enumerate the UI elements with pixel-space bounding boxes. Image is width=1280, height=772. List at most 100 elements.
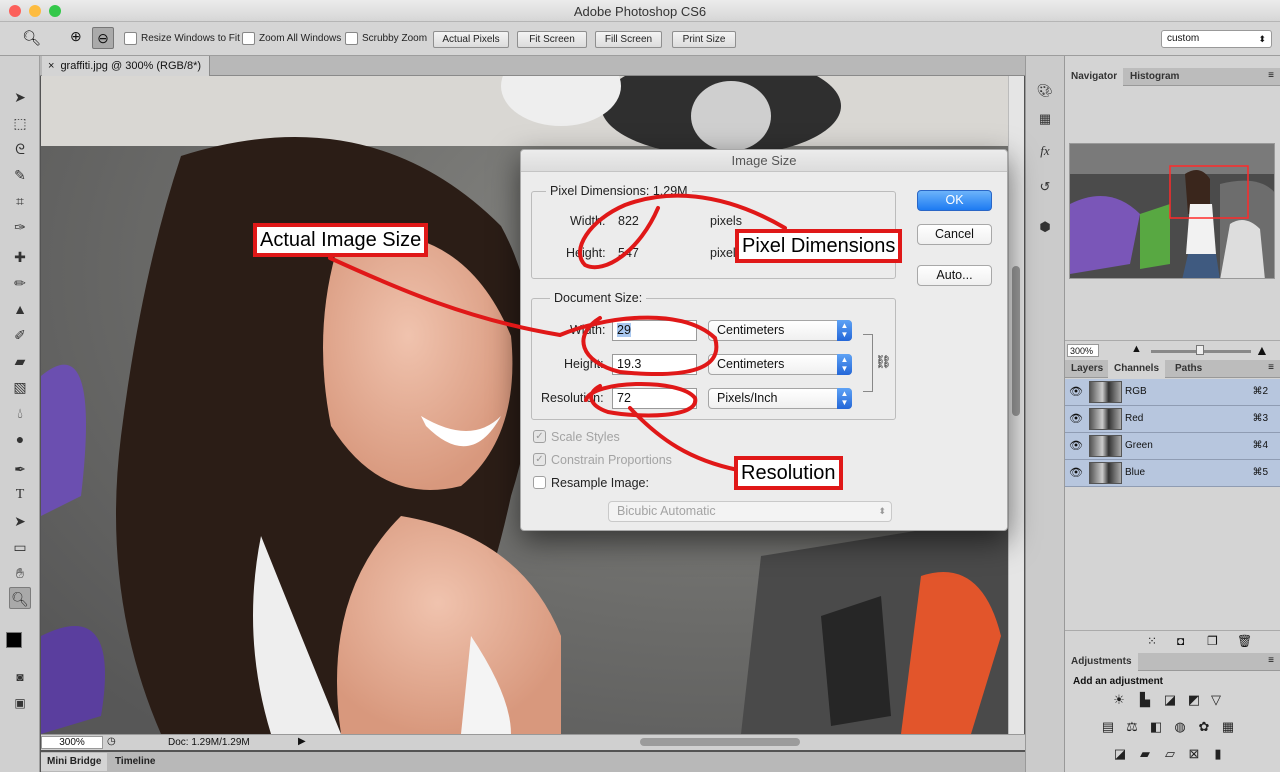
history-icon[interactable]: ↺ <box>1036 178 1054 196</box>
gradient-tool-icon[interactable]: ▧ <box>9 376 31 398</box>
styles-fx-icon[interactable]: fx <box>1036 142 1054 160</box>
resolution-unit-select[interactable]: Pixels/Inch ▲ ▼ <box>708 388 852 409</box>
zoom-tool-icon[interactable]: 🔍︎ <box>22 29 41 47</box>
zoom-all-checkbox[interactable] <box>242 32 255 45</box>
channel-row-green[interactable]: 👁︎ Green ⌘4 <box>1065 433 1280 460</box>
curves-icon[interactable]: ◪ <box>1161 693 1179 707</box>
invert-icon[interactable]: ◪ <box>1111 747 1129 761</box>
tab-timeline[interactable]: Timeline <box>109 753 161 771</box>
quick-mask-icon[interactable]: ◙ <box>9 666 31 688</box>
zoom-out-mountain-icon[interactable]: ▲ <box>1131 343 1142 355</box>
foreground-color-swatch[interactable] <box>6 632 22 648</box>
tab-layers[interactable]: Layers <box>1065 360 1109 378</box>
tab-navigator[interactable]: Navigator <box>1065 68 1124 86</box>
auto-button[interactable]: Auto... <box>917 265 992 286</box>
screen-mode-icon[interactable]: ▣ <box>9 692 31 714</box>
3d-icon[interactable]: ⬢ <box>1036 218 1054 236</box>
horizontal-scroll-thumb[interactable] <box>640 738 800 746</box>
tab-channels[interactable]: Channels <box>1108 360 1166 378</box>
vertical-scrollbar[interactable] <box>1008 76 1024 734</box>
tab-paths[interactable]: Paths <box>1169 360 1208 378</box>
brush-tool-icon[interactable]: ✏ <box>9 272 31 294</box>
type-tool-icon[interactable]: T <box>9 484 31 506</box>
zoom-in-mountain-icon[interactable]: ▲ <box>1255 342 1269 358</box>
actual-pixels-button[interactable]: Actual Pixels <box>433 31 509 48</box>
history-brush-icon[interactable]: ✐ <box>9 324 31 346</box>
quick-select-tool-icon[interactable]: ✎ <box>9 164 31 186</box>
stamp-tool-icon[interactable]: ▲ <box>9 298 31 320</box>
selective-color-icon[interactable]: ⊠ <box>1185 747 1203 761</box>
fill-screen-button[interactable]: Fill Screen <box>595 31 662 48</box>
doc-height-unit-select[interactable]: Centimeters ▲ ▼ <box>708 354 852 375</box>
resolution-input[interactable]: 72 <box>612 388 697 409</box>
vibrance-icon[interactable]: ▽ <box>1207 693 1225 707</box>
panel-menu-icon[interactable]: ≡ <box>1268 655 1274 666</box>
marquee-tool-icon[interactable]: ⬚ <box>9 112 31 134</box>
delete-channel-icon[interactable]: 🗑︎ <box>1237 634 1252 648</box>
new-channel-icon[interactable]: ❐ <box>1207 634 1218 648</box>
navigator-zoom-field[interactable]: 300% <box>1067 344 1099 357</box>
constrain-proportions-checkbox[interactable]: ✓ <box>533 453 546 466</box>
zoom-tool-active-icon[interactable]: 🔍︎ <box>9 587 31 609</box>
zoom-level-field[interactable]: 300% <box>41 736 103 749</box>
save-selection-icon[interactable]: ◘ <box>1177 634 1184 648</box>
levels-icon[interactable]: ▙ <box>1136 693 1154 707</box>
status-options-icon[interactable]: ◷ <box>107 736 116 747</box>
channel-mixer-icon[interactable]: ✿ <box>1195 720 1213 734</box>
workspace-select[interactable]: custom ⬍ <box>1161 30 1272 48</box>
lasso-tool-icon[interactable]: ᘓ <box>9 138 31 160</box>
pen-tool-icon[interactable]: ✒ <box>9 458 31 480</box>
scrubby-zoom-checkbox[interactable] <box>345 32 358 45</box>
tab-mini-bridge[interactable]: Mini Bridge <box>41 753 108 771</box>
channel-row-rgb[interactable]: 👁︎ RGB ⌘2 <box>1065 379 1280 406</box>
panel-menu-icon[interactable]: ≡ <box>1268 70 1274 81</box>
zoom-out-icon[interactable]: ⊖ <box>92 27 114 49</box>
resample-checkbox[interactable] <box>533 476 546 489</box>
close-tab-icon[interactable]: × <box>48 60 54 72</box>
color-palette-icon[interactable]: 🎨︎ <box>1036 82 1054 100</box>
eye-icon[interactable]: 👁︎ <box>1069 385 1083 398</box>
eye-icon[interactable]: 👁︎ <box>1069 466 1083 479</box>
doc-width-input[interactable]: 29 <box>612 320 697 341</box>
tab-adjustments[interactable]: Adjustments <box>1065 653 1138 671</box>
fit-screen-button[interactable]: Fit Screen <box>517 31 587 48</box>
eye-icon[interactable]: 👁︎ <box>1069 439 1083 452</box>
panel-menu-icon[interactable]: ≡ <box>1268 362 1274 373</box>
crop-tool-icon[interactable]: ⌗ <box>9 190 31 212</box>
scale-styles-checkbox[interactable]: ✓ <box>533 430 546 443</box>
navigator-zoom-thumb[interactable] <box>1196 345 1204 355</box>
cancel-button[interactable]: Cancel <box>917 224 992 245</box>
vertical-scroll-thumb[interactable] <box>1012 266 1020 416</box>
tab-histogram[interactable]: Histogram <box>1124 68 1185 86</box>
eraser-tool-icon[interactable]: ▰ <box>9 350 31 372</box>
posterize-icon[interactable]: ▰ <box>1136 747 1154 761</box>
gradient-map-icon[interactable]: ▮ <box>1209 747 1227 761</box>
document-tab[interactable]: × graffiti.jpg @ 300% (RGB/8*) <box>42 56 211 76</box>
navigator-preview[interactable] <box>1069 143 1275 279</box>
zoom-in-icon[interactable]: ⊕ <box>70 28 88 48</box>
shape-tool-icon[interactable]: ▭ <box>9 536 31 558</box>
hand-tool-icon[interactable]: ✋︎ <box>9 562 31 584</box>
photo-filter-icon[interactable]: ◍ <box>1171 720 1189 734</box>
status-menu-arrow-icon[interactable]: ▶ <box>298 736 306 747</box>
color-balance-icon[interactable]: ⚖ <box>1123 720 1141 734</box>
resize-windows-checkbox[interactable] <box>124 32 137 45</box>
black-white-icon[interactable]: ◧ <box>1147 720 1165 734</box>
load-selection-icon[interactable]: ⁙ <box>1147 634 1157 648</box>
move-tool-icon[interactable]: ➤ <box>9 86 31 108</box>
doc-width-unit-select[interactable]: Centimeters ▲ ▼ <box>708 320 852 341</box>
ok-button[interactable]: OK <box>917 190 992 211</box>
color-lookup-icon[interactable]: ▦ <box>1219 720 1237 734</box>
eyedropper-tool-icon[interactable]: ✑ <box>9 216 31 238</box>
healing-brush-icon[interactable]: ✚ <box>9 246 31 268</box>
brightness-icon[interactable]: ☀ <box>1110 693 1128 707</box>
resample-method-select[interactable]: Bicubic Automatic ⬍ <box>608 501 892 522</box>
blur-tool-icon[interactable]: 💧︎ <box>9 402 31 424</box>
eye-icon[interactable]: 👁︎ <box>1069 412 1083 425</box>
exposure-icon[interactable]: ◩ <box>1185 693 1203 707</box>
channel-row-red[interactable]: 👁︎ Red ⌘3 <box>1065 406 1280 433</box>
dodge-tool-icon[interactable]: ● <box>9 428 31 450</box>
doc-height-input[interactable]: 19.3 <box>612 354 697 375</box>
channel-row-blue[interactable]: 👁︎ Blue ⌘5 <box>1065 460 1280 487</box>
threshold-icon[interactable]: ▱ <box>1161 747 1179 761</box>
